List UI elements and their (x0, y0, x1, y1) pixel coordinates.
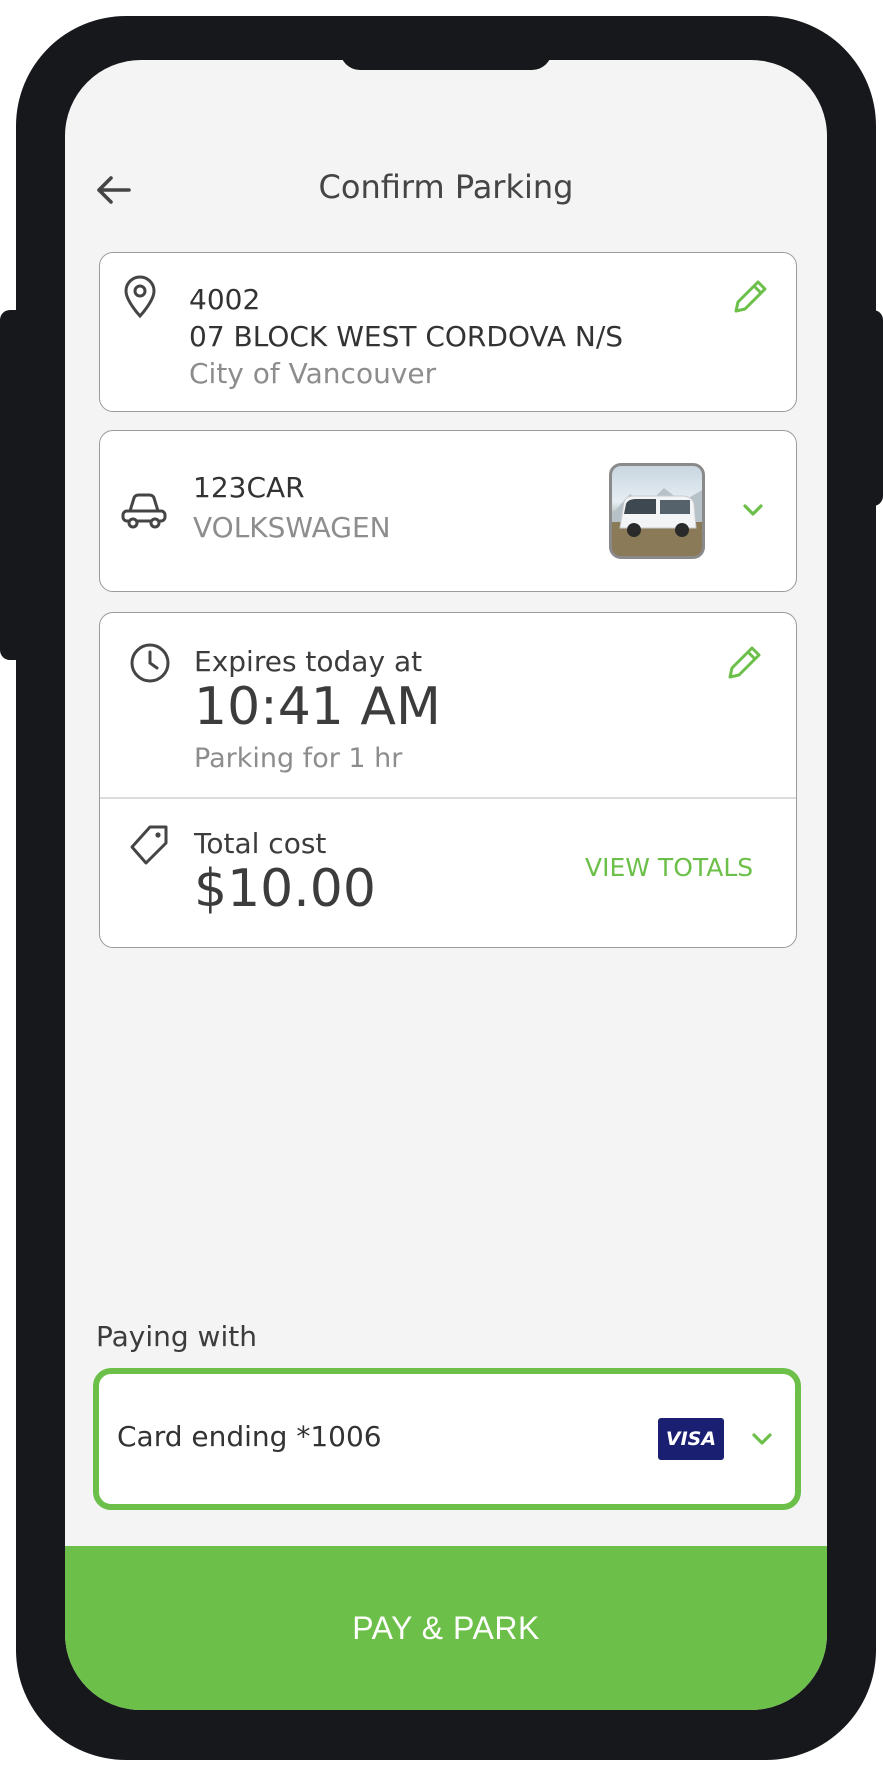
app-screen: Confirm Parking 4002 07 BLOCK WEST CORDO… (65, 60, 827, 1710)
expires-time: 10:41 AM (194, 677, 441, 737)
payment-chevron-down-icon[interactable] (747, 1424, 777, 1454)
vehicle-photo (609, 463, 705, 559)
phone-notch (340, 48, 552, 70)
location-city: City of Vancouver (189, 357, 437, 390)
map-pin-icon (120, 275, 160, 323)
card-divider (100, 797, 796, 799)
parking-duration: Parking for 1 hr (194, 743, 403, 774)
total-cost-value: $10.00 (194, 859, 376, 919)
pay-and-park-button[interactable]: PAY & PARK (65, 1546, 827, 1710)
card-ending-text: Card ending *1006 (117, 1420, 382, 1453)
paying-with-label: Paying with (96, 1320, 257, 1353)
location-number: 4002 (189, 283, 261, 316)
vehicle-plate: 123CAR (193, 471, 305, 504)
vehicle-chevron-down-icon[interactable] (738, 495, 768, 529)
vehicle-card[interactable]: 123CAR VOLKSWAGEN (99, 430, 797, 592)
expires-label: Expires today at (194, 645, 423, 678)
visa-logo: VISA (658, 1418, 724, 1460)
vehicle-make: VOLKSWAGEN (193, 511, 391, 544)
total-cost-label: Total cost (194, 827, 327, 860)
car-icon (120, 489, 168, 535)
session-card: Expires today at 10:41 AM Parking for 1 … (99, 612, 797, 948)
location-card[interactable]: 4002 07 BLOCK WEST CORDOVA N/S City of V… (99, 252, 797, 412)
view-totals-link[interactable]: VIEW TOTALS (585, 853, 753, 882)
location-street: 07 BLOCK WEST CORDOVA N/S (189, 320, 624, 353)
edit-time-pencil-icon[interactable] (722, 641, 766, 689)
payment-method-selector[interactable]: Card ending *1006 VISA (93, 1368, 801, 1510)
edit-location-pencil-icon[interactable] (728, 275, 772, 323)
price-tag-icon (126, 821, 172, 871)
page-title: Confirm Parking (318, 168, 574, 206)
clock-icon (128, 641, 172, 689)
